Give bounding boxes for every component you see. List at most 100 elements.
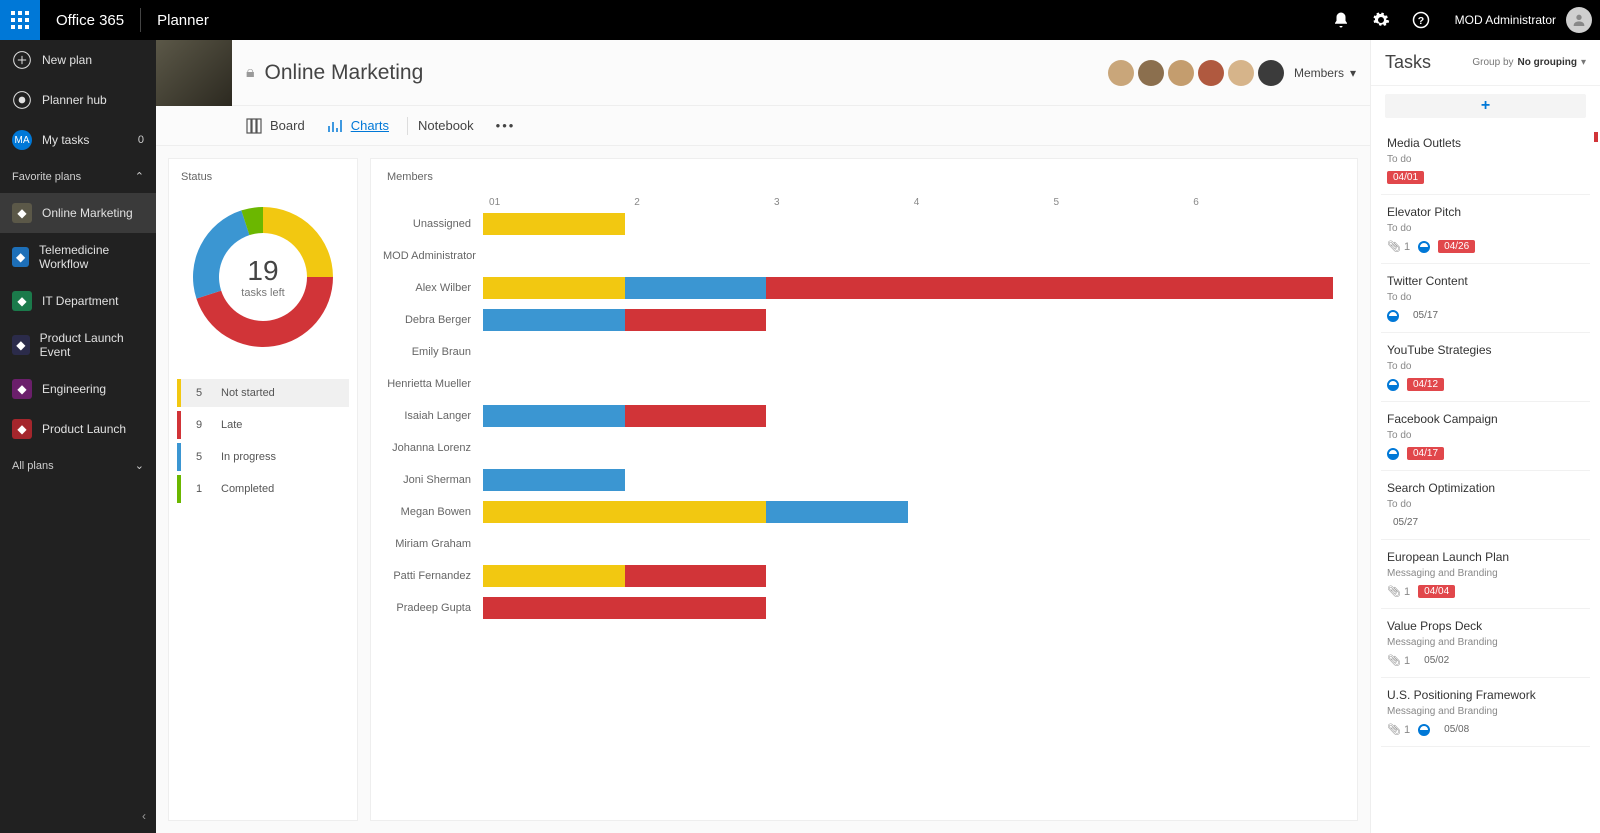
lock-icon: 🔒︎ xyxy=(246,64,255,82)
task-title: YouTube Strategies xyxy=(1387,343,1584,357)
members-bar-chart: 0123456 UnassignedMOD AdministratorAlex … xyxy=(383,197,1333,624)
legend-row-late[interactable]: 9Late xyxy=(177,411,349,439)
bar[interactable] xyxy=(483,309,1333,331)
settings-button[interactable] xyxy=(1361,0,1401,40)
sidebar-item-product-launch-event[interactable]: ◆Product Launch Event xyxy=(0,321,156,369)
bar-row: Unassigned xyxy=(383,208,1333,240)
bar[interactable] xyxy=(483,597,1333,619)
member-avatar[interactable] xyxy=(1198,60,1224,86)
task-card[interactable]: Elevator PitchTo do📎︎ 104/26 xyxy=(1381,195,1590,264)
legend-row-completed[interactable]: 1Completed xyxy=(177,475,349,503)
bar-segment-in-progress[interactable] xyxy=(483,469,625,491)
overflow-menu[interactable]: ••• xyxy=(496,118,516,133)
bar[interactable] xyxy=(483,213,1333,235)
bar-segment-late[interactable] xyxy=(483,597,766,619)
bar[interactable] xyxy=(483,437,1333,459)
tab-charts-label: Charts xyxy=(351,118,389,133)
progress-icon xyxy=(1418,241,1430,253)
bar-segment-not-started[interactable] xyxy=(483,277,625,299)
bar[interactable] xyxy=(483,501,1333,523)
members-dropdown[interactable]: Members ▾ xyxy=(1294,66,1356,80)
sidebar-item-online-marketing[interactable]: ◆Online Marketing xyxy=(0,193,156,233)
bar-segment-late[interactable] xyxy=(625,309,767,331)
bar[interactable] xyxy=(483,469,1333,491)
task-card[interactable]: Search OptimizationTo do05/27 xyxy=(1381,471,1590,540)
bar-segment-in-progress[interactable] xyxy=(625,277,767,299)
status-donut-chart[interactable]: 19 tasks left xyxy=(183,197,343,357)
task-card[interactable]: Value Props DeckMessaging and Branding📎︎… xyxy=(1381,609,1590,678)
bar[interactable] xyxy=(483,533,1333,555)
bar-segment-in-progress[interactable] xyxy=(483,309,625,331)
member-avatar[interactable] xyxy=(1108,60,1134,86)
bar-label: Megan Bowen xyxy=(383,506,483,518)
sidebar-item-product-launch[interactable]: ◆Product Launch xyxy=(0,409,156,449)
all-plans-label: All plans xyxy=(12,460,54,472)
new-plan-button[interactable]: New plan xyxy=(0,40,156,80)
planner-hub-button[interactable]: Planner hub xyxy=(0,80,156,120)
bell-icon xyxy=(1332,11,1350,29)
sidebar-item-engineering[interactable]: ◆Engineering xyxy=(0,369,156,409)
status-card: Status 19 tasks left 5Not started9Late5I… xyxy=(168,158,358,821)
brand-label[interactable]: Office 365 xyxy=(40,12,140,29)
task-list[interactable]: Media OutletsTo do04/01Elevator PitchTo … xyxy=(1371,122,1600,833)
sidebar-item-telemedicine-workflow[interactable]: ◆Telemedicine Workflow xyxy=(0,233,156,281)
all-plans-section-header[interactable]: All plans ⌄ xyxy=(0,449,156,482)
bar-segment-late[interactable] xyxy=(625,565,767,587)
bar-segment-in-progress[interactable] xyxy=(483,405,625,427)
bar-segment-not-started[interactable] xyxy=(483,565,625,587)
tab-board[interactable]: Board xyxy=(246,118,305,134)
bar-segment-late[interactable] xyxy=(625,405,767,427)
legend-row-in-progress[interactable]: 5In progress xyxy=(177,443,349,471)
legend-row-not-started[interactable]: 5Not started xyxy=(177,379,349,407)
task-card[interactable]: YouTube StrategiesTo do04/12 xyxy=(1381,333,1590,402)
bar-row: Johanna Lorenz xyxy=(383,432,1333,464)
bar-row: Alex Wilber xyxy=(383,272,1333,304)
bar[interactable] xyxy=(483,565,1333,587)
bar[interactable] xyxy=(483,245,1333,267)
task-card[interactable]: European Launch PlanMessaging and Brandi… xyxy=(1381,540,1590,609)
member-avatar[interactable] xyxy=(1228,60,1254,86)
my-tasks-button[interactable]: MA My tasks 0 xyxy=(0,120,156,160)
planner-hub-label: Planner hub xyxy=(42,93,107,107)
bar-segment-in-progress[interactable] xyxy=(766,501,908,523)
gear-icon xyxy=(1372,11,1390,29)
attachment-icon: 📎︎ 1 xyxy=(1387,585,1410,598)
bar[interactable] xyxy=(483,373,1333,395)
task-card[interactable]: Facebook CampaignTo do04/17 xyxy=(1381,402,1590,471)
app-name-label[interactable]: Planner xyxy=(141,12,225,29)
member-avatars[interactable] xyxy=(1108,60,1284,86)
task-card[interactable]: U.S. Positioning FrameworkMessaging and … xyxy=(1381,678,1590,747)
bar-segment-not-started[interactable] xyxy=(483,501,766,523)
app-launcher-button[interactable] xyxy=(0,0,40,40)
bar[interactable] xyxy=(483,277,1333,299)
help-button[interactable]: ? xyxy=(1401,0,1441,40)
plan-title: Online Marketing xyxy=(265,61,424,85)
user-menu[interactable]: MOD Administrator xyxy=(1441,7,1600,33)
task-bucket: To do xyxy=(1387,292,1584,303)
due-date-badge: 04/17 xyxy=(1407,447,1444,460)
member-avatar[interactable] xyxy=(1168,60,1194,86)
tab-notebook[interactable]: Notebook xyxy=(418,118,474,133)
task-card[interactable]: Media OutletsTo do04/01 xyxy=(1381,126,1590,195)
tasks-panel: Tasks Group by No grouping ▾ + Media Out… xyxy=(1370,40,1600,833)
group-by-dropdown[interactable]: Group by No grouping ▾ xyxy=(1472,57,1586,68)
legend-label: In progress xyxy=(221,451,276,463)
member-avatar[interactable] xyxy=(1138,60,1164,86)
member-avatar[interactable] xyxy=(1258,60,1284,86)
bar[interactable] xyxy=(483,341,1333,363)
favorites-section-header[interactable]: Favorite plans ⌃ xyxy=(0,160,156,193)
task-card[interactable]: Twitter ContentTo do05/17 xyxy=(1381,264,1590,333)
task-meta: 📎︎ 105/02 xyxy=(1387,654,1584,667)
bar-segment-not-started[interactable] xyxy=(483,213,625,235)
tick-label: 5 xyxy=(1054,197,1194,208)
add-task-button[interactable]: + xyxy=(1385,94,1586,118)
collapse-nav-button[interactable]: ‹ xyxy=(142,809,146,823)
tab-charts[interactable]: Charts xyxy=(327,118,389,134)
bar-label: Alex Wilber xyxy=(383,282,483,294)
bar[interactable] xyxy=(483,405,1333,427)
notifications-button[interactable] xyxy=(1321,0,1361,40)
bar-segment-late[interactable] xyxy=(766,277,1333,299)
new-plan-label: New plan xyxy=(42,53,92,67)
sidebar-item-it-department[interactable]: ◆IT Department xyxy=(0,281,156,321)
attachment-icon: 📎︎ 1 xyxy=(1387,240,1410,253)
